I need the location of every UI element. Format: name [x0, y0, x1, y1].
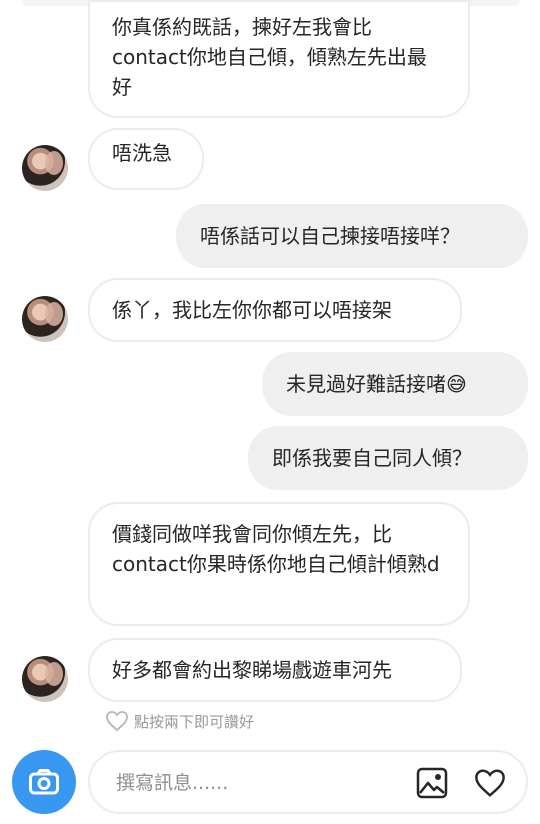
camera-button[interactable]	[12, 750, 76, 814]
message-text: 即係我要自己同人傾？	[272, 446, 472, 470]
message-text: 好多都會約出黎睇場戲遊車河先	[112, 658, 392, 682]
image-icon	[416, 767, 448, 799]
message-received[interactable]: 係丫，我比左你你都可以唔接架	[88, 278, 462, 342]
message-input[interactable]	[114, 766, 398, 800]
message-received[interactable]: 價錢同做咩我會同你傾左先，比contact你果時係你地自己傾計傾熟d	[88, 502, 470, 626]
like-button[interactable]	[472, 765, 508, 801]
like-hint-text: 點按兩下即可讚好	[134, 712, 255, 731]
avatar[interactable]	[22, 296, 68, 342]
like-hint: 點按兩下即可讚好	[104, 708, 254, 734]
message-received[interactable]: 唔洗急	[88, 128, 204, 190]
camera-icon	[29, 769, 59, 795]
message-received[interactable]: 你真係約既話，揀好左我會比contact你地自己傾，傾熟左先出最好	[88, 0, 470, 118]
heart-outline-icon	[106, 711, 128, 732]
message-text: 價錢同做咩我會同你傾左先，比contact你果時係你地自己傾計傾熟d	[112, 522, 440, 576]
message-text: 未見過好難話接啫😅	[286, 372, 467, 396]
message-text: 係丫，我比左你你都可以唔接架	[112, 298, 392, 322]
message-sent[interactable]: 唔係話可以自己揀接唔接咩？	[176, 204, 528, 268]
avatar[interactable]	[22, 145, 68, 191]
message-sent[interactable]: 未見過好難話接啫😅	[262, 352, 528, 416]
heart-icon	[475, 769, 505, 797]
message-composer	[88, 750, 528, 814]
message-sent[interactable]: 即係我要自己同人傾？	[248, 426, 528, 490]
gallery-button[interactable]	[414, 765, 450, 801]
avatar[interactable]	[22, 656, 68, 702]
message-received[interactable]: 好多都會約出黎睇場戲遊車河先	[88, 638, 462, 702]
message-text: 唔係話可以自己揀接唔接咩？	[200, 224, 460, 248]
message-text: 唔洗急	[112, 141, 172, 165]
message-text: 你真係約既話，揀好左我會比contact你地自己傾，傾熟左先出最好	[112, 15, 427, 99]
